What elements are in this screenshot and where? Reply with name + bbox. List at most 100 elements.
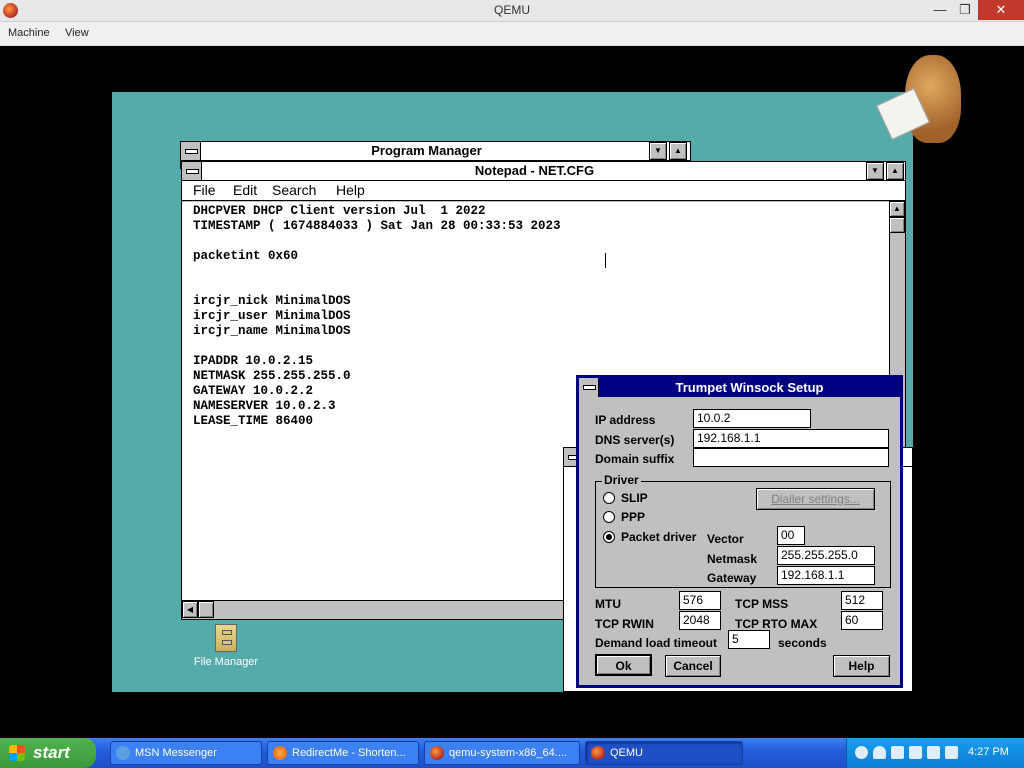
minimize-arrow-icon[interactable]: ▼ (649, 142, 667, 160)
netmask-field[interactable] (777, 546, 875, 565)
menu-file[interactable]: File (193, 182, 216, 198)
qemu-icon (430, 746, 444, 760)
domain-suffix-label: Domain suffix (595, 452, 675, 466)
scroll-left-icon[interactable]: ◀ (182, 601, 198, 618)
taskbar: start MSN Messenger RedirectMe - Shorten… (0, 738, 1024, 768)
seconds-label: seconds (778, 636, 827, 650)
maximize-arrow-icon[interactable]: ▲ (669, 142, 687, 160)
minimize-arrow-icon[interactable]: ▼ (866, 162, 884, 180)
text-cursor-icon (604, 253, 608, 268)
security-icon[interactable] (945, 746, 958, 759)
gateway-label: Gateway (707, 571, 757, 585)
task-label: RedirectMe - Shorten... (292, 747, 406, 759)
ip-address-label: IP address (595, 413, 656, 427)
network-icon[interactable] (909, 746, 922, 759)
menu-search[interactable]: Search (272, 182, 316, 198)
vector-field[interactable] (777, 526, 805, 545)
tcp-mss-input[interactable] (845, 593, 882, 607)
demand-load-timeout-input[interactable] (732, 632, 769, 646)
start-button[interactable]: start (0, 738, 96, 768)
ok-button[interactable]: Ok (595, 654, 652, 676)
program-manager-titlebar[interactable]: Program Manager ▼ ▲ (181, 142, 690, 161)
domain-suffix-input[interactable] (697, 450, 888, 464)
tcp-rto-max-field[interactable] (841, 611, 883, 630)
ppp-radio[interactable] (603, 511, 615, 523)
qemu-menubar: Machine View (0, 22, 1024, 46)
slip-radio[interactable] (603, 492, 615, 504)
menu-machine[interactable]: Machine (8, 27, 50, 39)
dns-server-label: DNS server(s) (595, 433, 675, 447)
program-manager-title: Program Manager (371, 143, 482, 158)
scroll-thumb-horizontal[interactable] (198, 601, 214, 618)
task-redirectme[interactable]: RedirectMe - Shorten... (267, 741, 419, 765)
tcp-mss-field[interactable] (841, 591, 883, 610)
packet-driver-radio[interactable] (603, 531, 615, 543)
trumpet-titlebar[interactable]: Trumpet Winsock Setup (579, 378, 900, 397)
tcp-rto-max-label: TCP RTO MAX (735, 617, 818, 631)
vector-input[interactable] (781, 528, 804, 542)
trumpet-title: Trumpet Winsock Setup (675, 380, 824, 395)
start-label: start (33, 743, 70, 762)
mtu-label: MTU (595, 597, 621, 611)
system-menu-icon[interactable] (182, 162, 202, 180)
tcp-rwin-input[interactable] (683, 613, 720, 627)
ppp-label[interactable]: PPP (621, 510, 645, 524)
system-menu-icon[interactable] (579, 378, 599, 397)
demand-load-timeout-label: Demand load timeout (595, 636, 718, 650)
notepad-menubar: File Edit Search Help (182, 181, 905, 201)
search-icon[interactable] (855, 746, 868, 759)
qemu-window-title: QEMU (494, 3, 530, 17)
tcp-rto-max-input[interactable] (845, 613, 882, 627)
task-qemu[interactable]: QEMU (585, 741, 743, 765)
demand-load-timeout-field[interactable] (728, 630, 770, 649)
slip-label[interactable]: SLIP (621, 491, 648, 505)
dialler-settings-button[interactable]: Dialler settings... (756, 488, 875, 510)
qemu-icon (591, 746, 605, 760)
user-icon[interactable] (873, 746, 886, 759)
file-manager-label[interactable]: File Manager (190, 656, 262, 668)
system-menu-icon[interactable] (181, 142, 201, 160)
msn-messenger-icon (116, 746, 130, 760)
ip-address-field[interactable] (693, 409, 811, 428)
domain-suffix-field[interactable] (693, 448, 889, 467)
gateway-field[interactable] (777, 566, 875, 585)
mtu-field[interactable] (679, 591, 721, 610)
mtu-input[interactable] (683, 593, 720, 607)
netmask-input[interactable] (781, 548, 874, 562)
tcp-rwin-label: TCP RWIN (595, 617, 654, 631)
scroll-thumb[interactable] (889, 217, 905, 233)
ip-address-input[interactable] (697, 411, 810, 425)
cancel-button[interactable]: Cancel (665, 655, 721, 677)
clock[interactable]: 4:27 PM (968, 746, 1009, 758)
menu-view[interactable]: View (65, 27, 89, 39)
windows-flag-icon (9, 745, 25, 761)
task-qemu-system[interactable]: qemu-system-x86_64.... (424, 741, 580, 765)
file-manager-icon[interactable] (215, 624, 237, 652)
scroll-up-icon[interactable]: ▲ (889, 201, 905, 217)
task-msn-messenger[interactable]: MSN Messenger (110, 741, 262, 765)
notepad-titlebar[interactable]: Notepad - NET.CFG ▼ ▲ (182, 162, 905, 181)
dns-server-field[interactable] (693, 429, 889, 448)
packet-driver-label[interactable]: Packet driver (621, 530, 696, 544)
menu-help[interactable]: Help (336, 182, 365, 198)
vector-label: Vector (707, 532, 744, 546)
maximize-arrow-icon[interactable]: ▲ (886, 162, 904, 180)
help-button[interactable]: Help (833, 655, 890, 677)
qemu-titlebar: QEMU — ❐ ✕ (0, 0, 1024, 22)
close-icon[interactable]: ✕ (978, 0, 1024, 20)
speaker-icon[interactable] (927, 746, 940, 759)
menu-edit[interactable]: Edit (233, 182, 257, 198)
notepad-title: Notepad - NET.CFG (474, 163, 595, 178)
firefox-icon (273, 746, 287, 760)
maximize-icon[interactable]: ❐ (955, 0, 975, 20)
tcp-mss-label: TCP MSS (735, 597, 789, 611)
tcp-rwin-field[interactable] (679, 611, 721, 630)
task-label: QEMU (610, 747, 643, 759)
dns-server-input[interactable] (697, 431, 888, 445)
trumpet-winsock-dialog[interactable]: Trumpet Winsock Setup IP address DNS ser… (576, 375, 903, 688)
minimize-icon[interactable]: — (930, 0, 950, 20)
gateway-input[interactable] (781, 568, 874, 582)
flag-icon[interactable] (891, 746, 904, 759)
driver-groupbox: Driver SLIP PPP Packet driver Dialler se… (595, 473, 891, 588)
hamster-mascot-icon[interactable] (875, 50, 965, 150)
